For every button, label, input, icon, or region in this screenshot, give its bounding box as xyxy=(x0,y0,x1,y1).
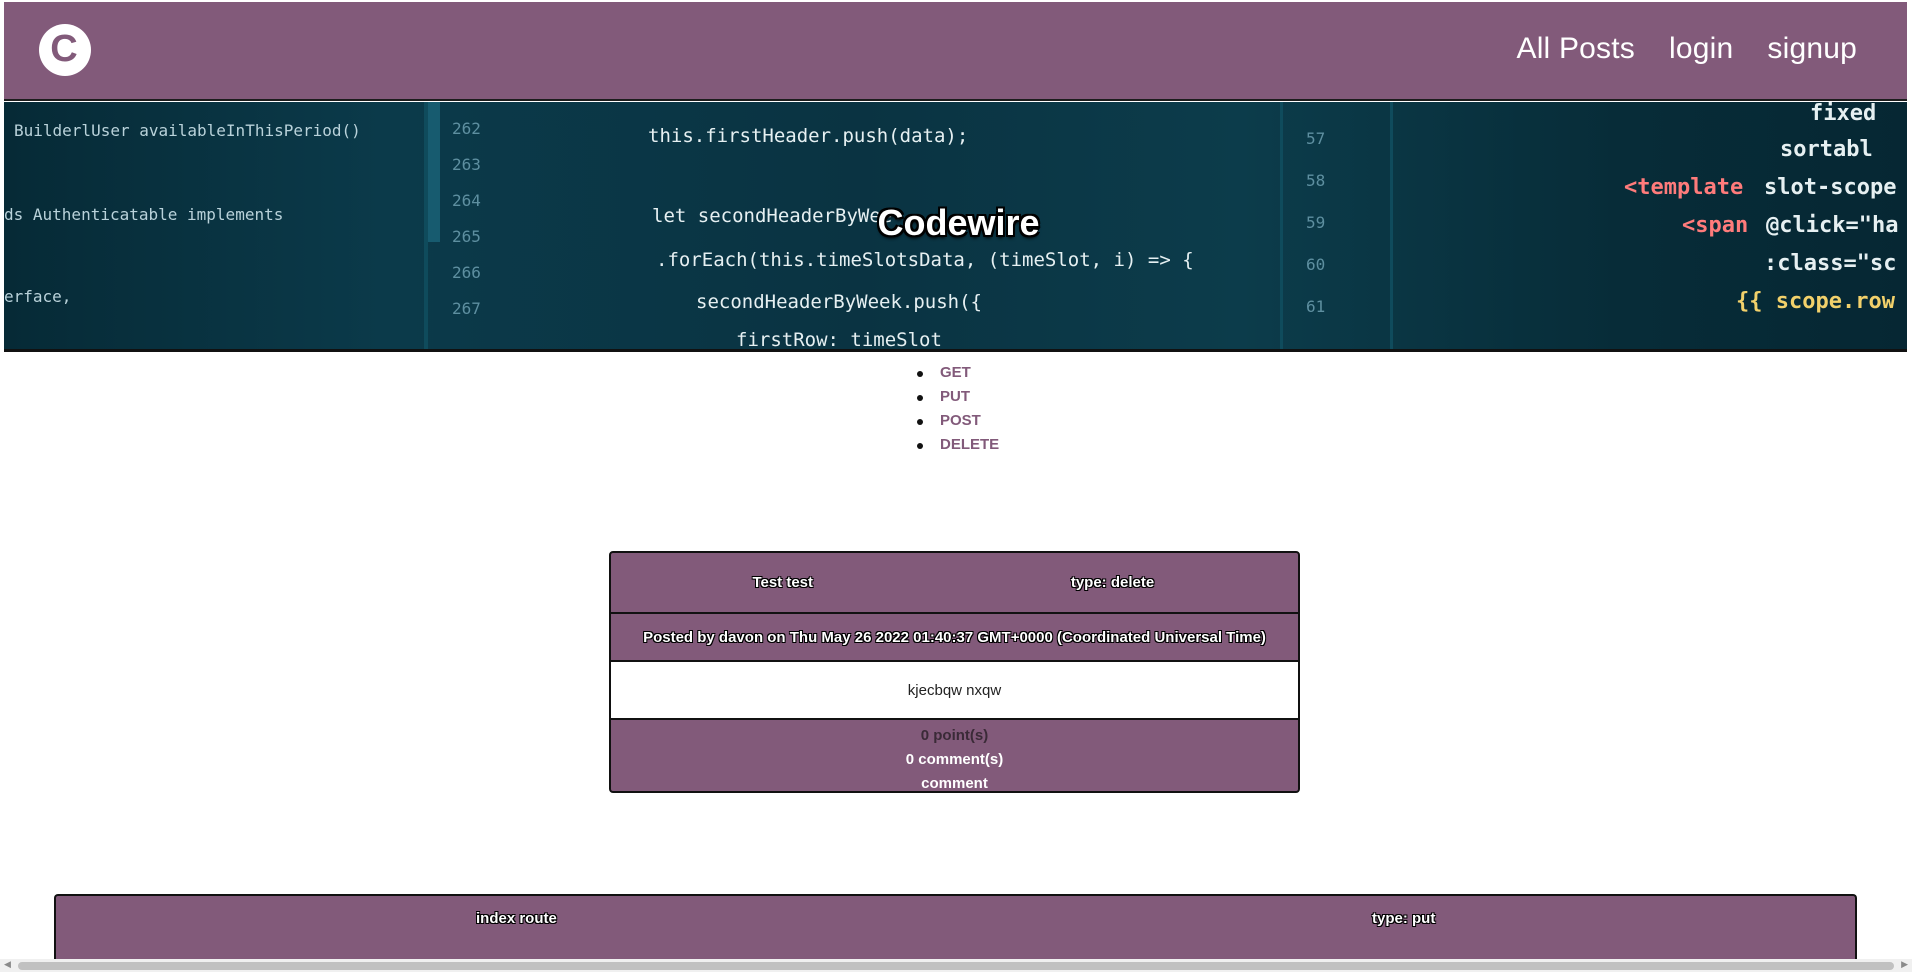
method-delete-link[interactable]: DELETE xyxy=(940,436,999,453)
post-title[interactable]: Test test xyxy=(611,574,955,591)
svg-text:erface,: erface, xyxy=(4,287,71,306)
svg-text:263: 263 xyxy=(452,155,481,174)
method-post-link[interactable]: POST xyxy=(940,412,981,429)
svg-text:57: 57 xyxy=(1306,129,1325,148)
nav-signup-link[interactable]: signup xyxy=(1767,32,1857,66)
scrollbar-thumb[interactable] xyxy=(18,962,1894,970)
svg-text:secondHeaderByWeek.push({: secondHeaderByWeek.push({ xyxy=(696,291,982,313)
logo-letter: C xyxy=(50,27,78,70)
svg-text:.forEach(this.timeSlotsData, (: .forEach(this.timeSlotsData, (timeSlot, … xyxy=(656,249,1194,271)
svg-text:60: 60 xyxy=(1306,255,1325,274)
svg-text:BuilderlUser availableInThisPe: BuilderlUser availableInThisPeriod() xyxy=(14,121,361,140)
post-meta-text: Posted by davon on Thu May 26 2022 01:40… xyxy=(643,628,1266,646)
list-item: DELETE xyxy=(916,433,999,457)
nav-links: All Posts login signup xyxy=(1516,32,1857,66)
comment-link[interactable]: comment xyxy=(611,772,1298,791)
svg-text:262: 262 xyxy=(452,119,481,138)
svg-text:{{ scope.row: {{ scope.row xyxy=(1736,289,1896,314)
post-points: 0 point(s) xyxy=(920,727,989,744)
post-body: kjecbqw nxqw xyxy=(611,662,1298,720)
post-card: Test test type: delete Posted by davon o… xyxy=(609,551,1300,793)
post-header: Test test type: delete xyxy=(611,553,1298,614)
svg-text:<template: <template xyxy=(1624,175,1743,200)
scroll-left-icon[interactable]: ◀ xyxy=(4,960,11,970)
post-card: index route type: put xyxy=(54,894,1857,964)
method-filter-list: GET PUT POST DELETE xyxy=(916,361,999,457)
post-footer: 0 point(s) 0 comment(s) comment xyxy=(611,720,1298,791)
logo[interactable]: C xyxy=(39,24,91,76)
svg-text::class="sc: :class="sc xyxy=(1764,251,1896,276)
post-type: type: delete xyxy=(1070,574,1155,591)
list-item: GET xyxy=(916,361,999,385)
list-item: POST xyxy=(916,409,999,433)
svg-text:61: 61 xyxy=(1306,297,1325,316)
post-title[interactable]: index route xyxy=(476,910,557,927)
svg-text:58: 58 xyxy=(1306,171,1325,190)
post-comments-count[interactable]: 0 comment(s) xyxy=(611,748,1298,772)
nav-login-link[interactable]: login xyxy=(1669,32,1733,66)
svg-text:sortabl: sortabl xyxy=(1780,137,1873,162)
svg-text:this.firstHeader.push(data);: this.firstHeader.push(data); xyxy=(648,125,968,147)
svg-text:slot-scope: slot-scope xyxy=(1764,175,1896,200)
method-put-link[interactable]: PUT xyxy=(940,388,970,405)
list-item: PUT xyxy=(916,385,999,409)
svg-text:firstRow: timeSlot: firstRow: timeSlot xyxy=(736,329,942,349)
svg-text:fixed: fixed xyxy=(1810,102,1876,126)
nav-all-posts-link[interactable]: All Posts xyxy=(1516,32,1635,66)
hero-banner: 262 263 264 265 266 267 57 58 59 60 61 this.f… xyxy=(4,102,1907,352)
scroll-right-icon[interactable]: ▶ xyxy=(1901,960,1908,970)
post-type: type: put xyxy=(1372,910,1436,927)
svg-text:266: 266 xyxy=(452,263,481,282)
site-title: Codewire xyxy=(877,202,1040,243)
method-get-link[interactable]: GET xyxy=(940,364,971,381)
svg-text:267: 267 xyxy=(452,299,481,318)
horizontal-scrollbar[interactable]: ◀ ▶ xyxy=(0,959,1912,972)
navbar: C All Posts login signup xyxy=(4,2,1907,101)
post-meta: Posted by davon on Thu May 26 2022 01:40… xyxy=(611,614,1298,662)
